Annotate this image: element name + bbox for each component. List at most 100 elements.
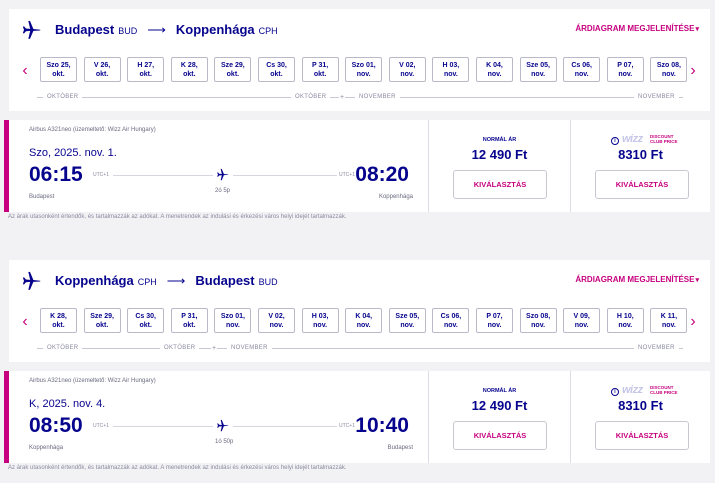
date-tile[interactable]: Szo 01, nov. xyxy=(345,57,383,82)
aircraft-info: Airbus A321neo (üzemeltető: Wizz Air Hun… xyxy=(29,378,156,384)
date-tile-day: K 04, xyxy=(486,62,503,69)
date-tile-month: nov. xyxy=(356,322,371,329)
arrival-city: Koppenhága xyxy=(378,194,413,200)
date-tile[interactable]: K 04, nov. xyxy=(345,308,383,333)
date-tile-month: okt. xyxy=(95,322,109,329)
date-tile-day: P 31, xyxy=(311,62,329,69)
date-tile[interactable]: K 04, nov. xyxy=(476,57,513,82)
departure-utc: UTC+1 xyxy=(93,172,109,178)
chevron-right-icon[interactable]: › xyxy=(685,63,701,79)
date-tile[interactable]: Sze 05, nov. xyxy=(519,57,557,82)
aircraft-info: Airbus A321neo (üzemeltető: Wizz Air Hun… xyxy=(29,127,156,133)
date-tile-day: Szo 08, xyxy=(526,313,551,320)
date-tile[interactable]: H 03, nov. xyxy=(301,308,339,333)
date-tile[interactable]: V 26, okt. xyxy=(83,57,121,82)
month-marker-icon: + xyxy=(211,345,218,353)
route-arrow-icon: ⟶ xyxy=(147,22,166,37)
chevron-down-icon: ▾ xyxy=(695,26,699,33)
date-tile-day: K 28, xyxy=(50,313,67,320)
month-label: Október xyxy=(43,344,83,353)
from-city: Koppenhága xyxy=(55,273,134,288)
date-tile[interactable]: H 10, nov. xyxy=(606,308,644,333)
date-tile[interactable]: K 28, okt. xyxy=(40,308,77,333)
month-bar: Október Október + November November xyxy=(37,93,683,103)
date-tile-month: okt. xyxy=(139,322,152,329)
date-tile[interactable]: Szo 01, nov. xyxy=(214,308,252,333)
date-tile-day: Sze 29, xyxy=(90,313,114,320)
date-tile[interactable]: H 03, nov. xyxy=(432,57,470,82)
price-chart-link[interactable]: Árdiagram megjelenítése▾ xyxy=(575,24,699,33)
date-tile[interactable]: K 28, okt. xyxy=(170,57,208,82)
flight-duration: 1ó 50p xyxy=(215,439,234,445)
date-tile[interactable]: V 09, nov. xyxy=(563,308,601,333)
date-tile[interactable]: Cs 06, nov. xyxy=(563,57,601,82)
price-chart-link[interactable]: Árdiagram megjelenítése▾ xyxy=(575,275,699,284)
date-tile[interactable]: V 02, nov. xyxy=(388,57,426,82)
arrival-time: 08:20 xyxy=(355,163,409,186)
date-tile-day: Cs 06, xyxy=(440,313,462,320)
flight-row: Airbus A321neo (üzemeltető: Wizz Air Hun… xyxy=(4,371,710,463)
date-tile-month: nov. xyxy=(661,322,676,329)
route-header: Budapest BUD ⟶ Koppenhága CPH Árdiagram … xyxy=(9,9,710,51)
date-tile-day: Szo 01, xyxy=(351,62,376,69)
date-tile[interactable]: Sze 29, okt. xyxy=(83,308,121,333)
date-tile[interactable]: H 27, okt. xyxy=(127,57,165,82)
date-tile-month: nov. xyxy=(487,322,502,329)
departure-city: Budapest xyxy=(29,194,55,200)
date-tile-day: Szo 08, xyxy=(656,62,681,69)
select-club-button[interactable]: Kiválasztás xyxy=(595,170,689,199)
wizz-logo-icon: wizz xyxy=(622,384,643,396)
date-tile[interactable]: V 02, nov. xyxy=(258,308,295,333)
date-tile-day: V 02, xyxy=(399,62,416,69)
date-tile-month: okt. xyxy=(95,71,109,78)
normal-fare-label: Normál ár xyxy=(482,137,517,143)
date-tile[interactable]: Szo 25, okt. xyxy=(40,57,77,82)
flight-date: K, 2025. nov. 4. xyxy=(29,398,106,410)
date-tile-day: P 07, xyxy=(486,313,503,320)
select-club-button[interactable]: Kiválasztás xyxy=(595,421,689,450)
info-icon[interactable]: i xyxy=(611,137,619,145)
date-tile-month: nov. xyxy=(487,71,502,78)
date-tile-day: Cs 30, xyxy=(135,313,156,320)
route-title: Budapest BUD ⟶ Koppenhága CPH xyxy=(55,22,278,38)
month-label: Október xyxy=(291,93,331,102)
date-tile[interactable]: Cs 06, nov. xyxy=(432,308,470,333)
date-tile[interactable]: P 31, okt. xyxy=(301,57,339,82)
date-tile[interactable]: Sze 05, nov. xyxy=(388,308,426,333)
date-tile-day: Sze 05, xyxy=(395,313,420,320)
date-tile-day: V 02, xyxy=(268,313,285,320)
chevron-right-icon[interactable]: › xyxy=(685,314,701,330)
date-strip: ‹ Szo 25, okt. V 26, okt. H 27, okt. K 28, okt.… xyxy=(9,57,710,87)
date-tile-month: okt. xyxy=(226,71,240,78)
airplane-icon xyxy=(217,168,229,181)
chevron-left-icon[interactable]: ‹ xyxy=(17,314,33,330)
date-tile-month: nov. xyxy=(618,71,633,78)
price-footnote: Az árak utasonként értendők, és tartalma… xyxy=(8,214,347,220)
date-tile-month: nov. xyxy=(574,322,589,329)
date-tile-day: Szo 25, xyxy=(46,62,71,69)
date-tile[interactable]: K 11, nov. xyxy=(650,308,688,333)
month-divider xyxy=(37,348,683,349)
date-tile[interactable]: P 07, nov. xyxy=(606,57,644,82)
date-tile[interactable]: Szo 08, nov. xyxy=(650,57,688,82)
date-tile-month: nov. xyxy=(531,322,546,329)
club-fare: i wizz Discount Club price 8310 Ft Kivála… xyxy=(570,371,710,463)
chevron-left-icon[interactable]: ‹ xyxy=(17,63,33,79)
to-code: CPH xyxy=(258,26,278,36)
date-tile[interactable]: P 07, nov. xyxy=(476,308,513,333)
info-icon[interactable]: i xyxy=(611,388,619,396)
date-tile-month: okt. xyxy=(313,71,327,78)
date-tile[interactable]: Szo 08, nov. xyxy=(519,308,557,333)
month-label: November xyxy=(355,93,400,102)
date-tile[interactable]: Cs 30, okt. xyxy=(127,308,165,333)
month-bar: Október Október + November November xyxy=(37,344,683,354)
date-tile-day: Cs 30, xyxy=(266,62,287,69)
date-tile[interactable]: P 31, okt. xyxy=(170,308,208,333)
normal-fare-price: 12 490 Ft xyxy=(471,147,528,162)
date-tile[interactable]: Sze 29, okt. xyxy=(214,57,252,82)
select-normal-button[interactable]: Kiválasztás xyxy=(453,421,547,450)
date-tile[interactable]: Cs 30, okt. xyxy=(258,57,295,82)
select-normal-button[interactable]: Kiválasztás xyxy=(453,170,547,199)
date-tile-month: okt. xyxy=(183,322,196,329)
discount-club-badge: Discount Club price xyxy=(650,385,678,395)
